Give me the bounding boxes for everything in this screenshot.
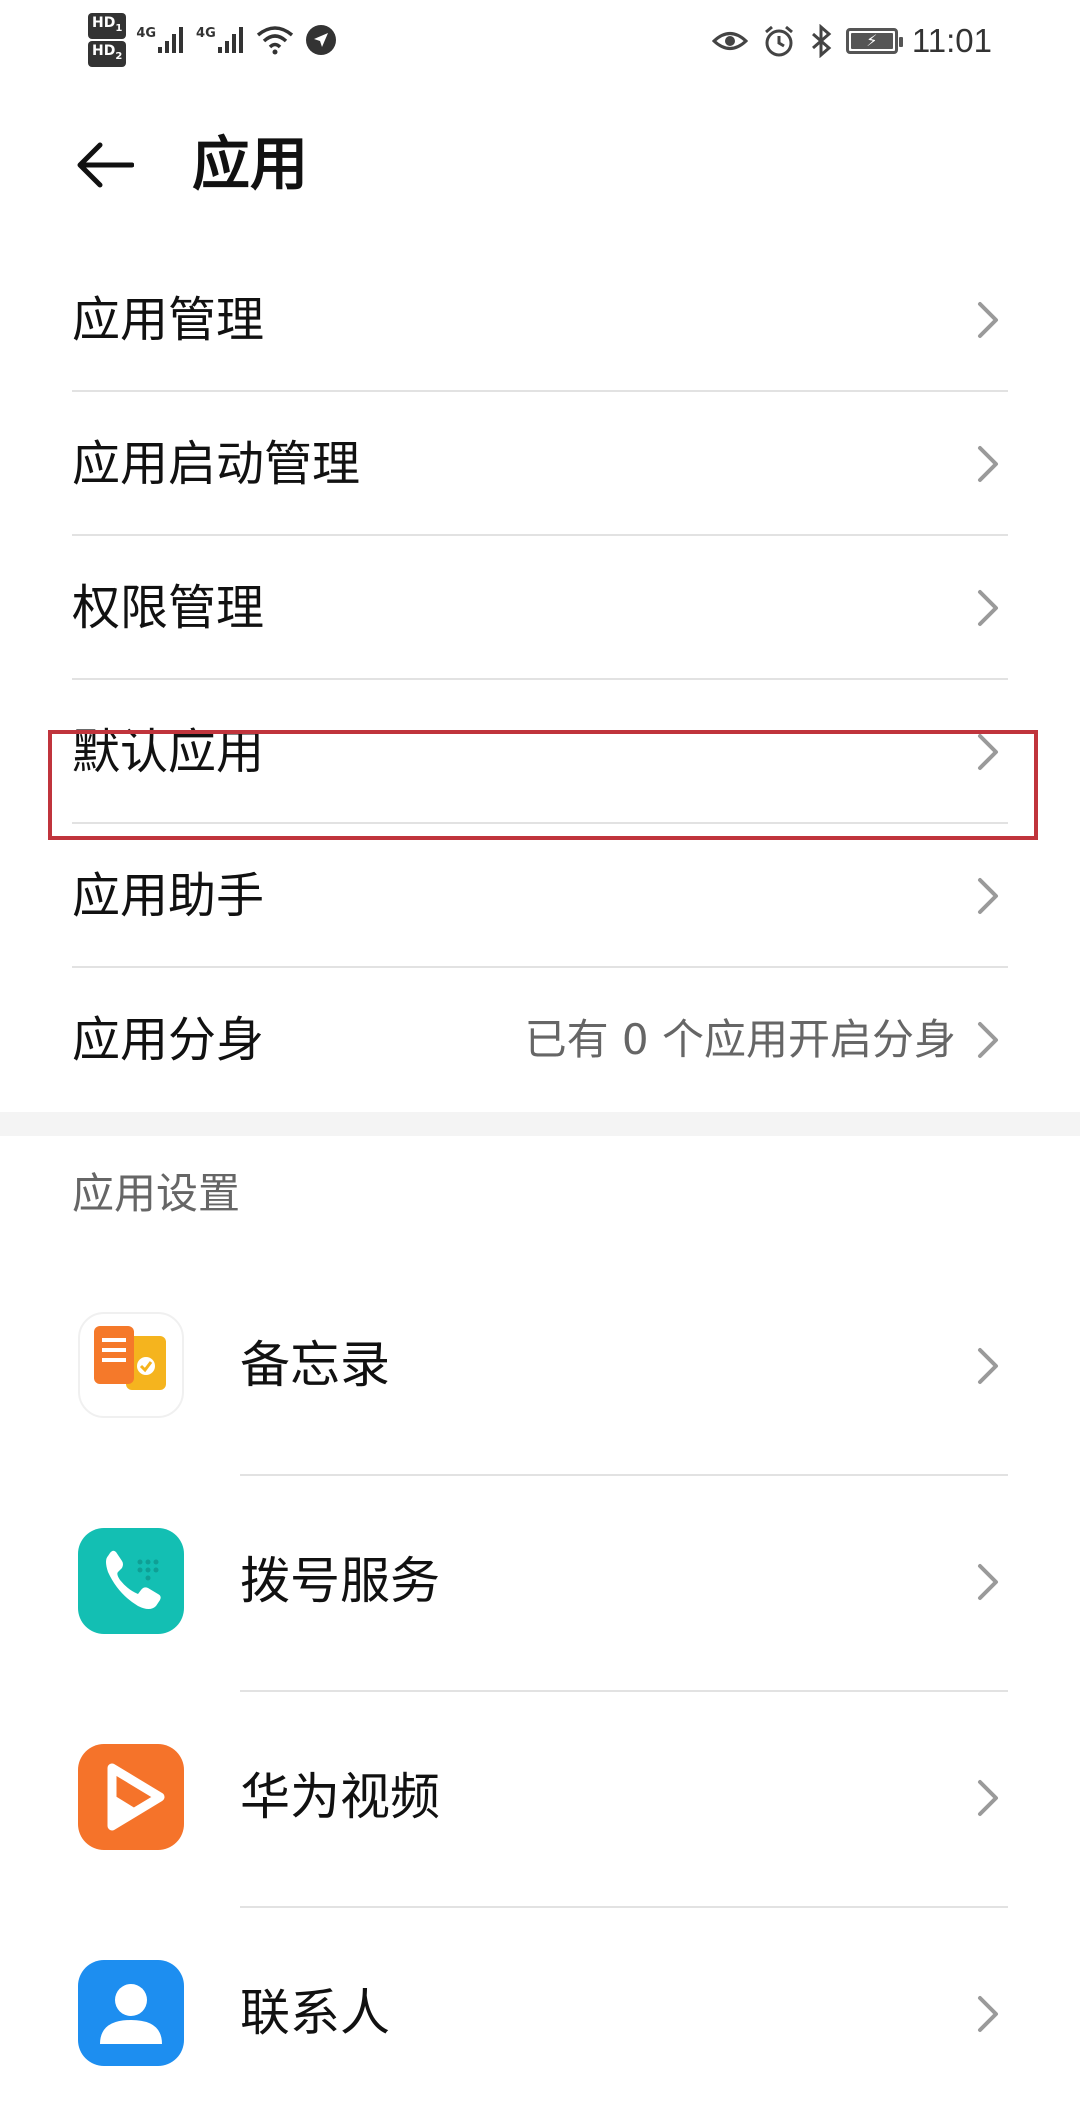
menu-item-label: 应用管理: [72, 292, 265, 348]
status-bar-right: ⚡ 11:01: [711, 14, 992, 68]
signal-icon-2: 4G: [196, 25, 246, 55]
contacts-app-icon: [78, 1960, 184, 2066]
page-title: 应用: [192, 130, 309, 198]
memo-app-icon: [78, 1312, 184, 1418]
menu-item-label: 权限管理: [72, 580, 265, 636]
bluetooth-icon: [811, 24, 832, 58]
hd-indicators: HD1 HD2: [88, 13, 127, 67]
chevron-right-icon: [978, 1022, 998, 1058]
app-name: 联系人: [240, 1984, 390, 2042]
wifi-icon: [256, 26, 293, 55]
alarm-icon: [764, 25, 793, 57]
status-bar: HD1 HD2 4G 4G ⚡ 11:01: [0, 0, 1080, 84]
video-app-icon: [78, 1744, 184, 1850]
status-bar-left: HD1 HD2 4G 4G: [88, 10, 338, 70]
app-item-huawei-video[interactable]: 华为视频: [0, 1692, 1080, 1908]
menu-item-app-twin[interactable]: 应用分身 已有 0 个应用开启分身: [0, 968, 1080, 1112]
menu-item-app-assistant[interactable]: 应用助手: [0, 824, 1080, 968]
app-header: 应用: [0, 100, 1080, 230]
hd2-badge: HD2: [88, 41, 127, 67]
battery-charging-icon: ⚡: [845, 28, 903, 54]
menu-item-app-launch[interactable]: 应用启动管理: [0, 392, 1080, 536]
chevron-right-icon: [978, 878, 998, 914]
app-twin-status: 已有 0 个应用开启分身: [524, 1015, 956, 1064]
back-arrow-icon: [77, 142, 134, 188]
menu-item-permissions[interactable]: 权限管理: [0, 536, 1080, 680]
chevron-right-icon: [978, 1780, 998, 1816]
signal-icon: 4G: [136, 25, 186, 55]
app-item-memo[interactable]: 备忘录: [0, 1260, 1080, 1476]
app-name: 拨号服务: [240, 1552, 440, 1610]
hd1-badge: HD1: [88, 13, 127, 39]
chevron-right-icon: [978, 302, 998, 338]
chevron-right-icon: [978, 1996, 998, 2032]
location-icon: [305, 25, 336, 55]
highlight-box: [48, 730, 1038, 840]
eye-icon: [711, 32, 748, 50]
menu-item-label: 应用启动管理: [72, 436, 361, 492]
app-item-contacts[interactable]: 联系人: [0, 1908, 1080, 2124]
app-name: 华为视频: [240, 1768, 440, 1826]
menu-item-app-management[interactable]: 应用管理: [0, 248, 1080, 392]
app-item-dialer[interactable]: 拨号服务: [0, 1476, 1080, 1692]
chevron-right-icon: [978, 590, 998, 626]
chevron-right-icon: [978, 1564, 998, 1600]
back-button[interactable]: [70, 130, 140, 200]
app-menu: 应用管理 应用启动管理 权限管理 默认应用 应用助手 应用分身 已有 0 个应用…: [0, 248, 1080, 1112]
section-title-app-settings: 应用设置: [72, 1169, 241, 1218]
chevron-right-icon: [978, 1348, 998, 1384]
app-name: 备忘录: [240, 1336, 390, 1394]
chevron-right-icon: [978, 446, 998, 482]
dialer-app-icon: [78, 1528, 184, 1634]
menu-item-label: 应用分身: [72, 1012, 265, 1068]
menu-item-label: 应用助手: [72, 868, 265, 924]
app-settings-list: 备忘录 拨号服务 华为视频 联系人: [0, 1260, 1080, 2124]
section-separator: [0, 1112, 1080, 1136]
clock: 11:01: [911, 22, 992, 59]
